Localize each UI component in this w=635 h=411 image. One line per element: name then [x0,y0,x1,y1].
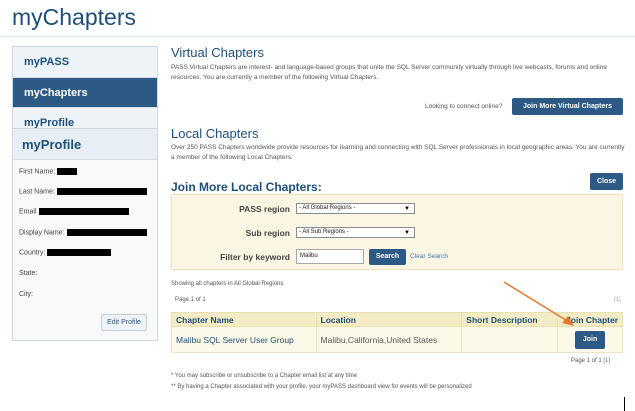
pagination-top: Page 1 of 1 [175,297,206,303]
edit-profile-button[interactable]: Edit Profile [101,314,147,331]
location-cell: Malibu,California,United States [315,326,463,353]
first-name-field: First Name: [19,168,78,176]
region-select[interactable]: - All Global Regions - ▼ [296,203,415,214]
virtual-prompt: Looking to connect online? [425,103,503,110]
subregion-label: Sub region [245,228,290,238]
redacted-value [56,188,147,195]
footnote-subscribe: * You may subscribe or unsubscribe to a … [171,373,358,379]
redacted-value [38,208,129,215]
virtual-chapters-description: PASS Virtual Chapters are interest- and … [171,64,607,81]
sidebar-item-mychapters[interactable]: myChapters [13,77,157,107]
pagination-bottom-link[interactable]: [1] [603,358,610,364]
country-label: Country: [19,249,46,257]
city-label: City: [19,291,33,298]
chevron-down-icon: ▼ [404,206,410,212]
local-chapters-heading: Local Chapters [171,126,259,141]
close-button[interactable]: Close [590,173,623,190]
display-name-field: Display Name: [19,229,147,236]
search-button[interactable]: Search [369,249,406,265]
last-name-label: Last Name: [19,188,55,196]
local-chapters-description: Over 250 PASS Chapters worldwide provide… [171,144,625,161]
virtual-chapters-heading: Virtual Chapters [171,45,264,60]
subregion-select-value: - All Sub Regions - [299,229,349,235]
join-local-heading: Join More Local Chapters: [171,180,322,194]
chevron-down-icon: ▼ [404,230,410,236]
subregion-select[interactable]: - All Sub Regions - ▼ [296,227,415,238]
chapter-name-cell[interactable]: Malibu SQL Server User Group [171,326,317,353]
email-label: Email [19,208,37,216]
pagination-bottom-text: Page 1 of 1 [571,358,602,364]
email-field: Email [19,208,129,215]
state-label: State: [19,270,38,277]
filter-panel: PASS region - All Global Regions - ▼ Sub… [171,194,623,270]
state-field: State: [19,270,37,277]
display-name-label: Display Name: [19,229,65,237]
pagination-bottom: Page 1 of 1 [1] [571,358,610,364]
pagination-top-link[interactable]: [1] [614,297,621,303]
column-header-short-description: Short Description [461,312,559,327]
keyword-input[interactable]: Malibu [296,249,364,264]
page-title: myChapters [12,4,136,30]
redacted-value [66,229,147,236]
column-header-chapter-name: Chapter Name [171,312,317,327]
title-divider [0,36,635,37]
last-name-field: Last Name: [19,188,147,195]
footnote-dashboard: ** By having a Chapter associated with y… [171,384,472,390]
first-name-label: First Name: [19,168,56,176]
profile-panel: myProfile First Name: Last Name: Email D… [12,128,158,341]
description-cell [461,326,559,353]
column-header-location: Location [315,312,463,327]
sidebar-item-mypass[interactable]: myPASS [13,47,157,77]
join-cell: Join [557,326,623,353]
redacted-value [47,249,112,256]
text-cursor-icon [624,397,625,411]
region-label: PASS region [239,204,290,214]
region-select-value: - All Global Regions - [299,205,356,211]
results-summary: Showing all chapters in All Global Regio… [171,281,284,287]
clear-search-link[interactable]: Clear Search [410,253,448,260]
chapters-table: Chapter Name Location Short Description … [171,312,623,353]
table-header-row: Chapter Name Location Short Description … [171,312,623,327]
column-header-join-chapter: Join Chapter [557,312,623,327]
table-row: Malibu SQL Server User Group Malibu,Cali… [171,326,623,353]
join-chapter-button[interactable]: Join [575,330,606,349]
redacted-value [57,168,78,175]
keyword-label: Filter by keyword [220,252,290,262]
profile-heading: myProfile [13,129,157,160]
country-field: Country: [19,249,112,257]
sidebar-nav: myPASS myChapters myProfile [12,46,158,138]
join-virtual-chapters-button[interactable]: Join More Virtual Chapters [512,98,623,115]
city-field: City: [19,291,33,298]
